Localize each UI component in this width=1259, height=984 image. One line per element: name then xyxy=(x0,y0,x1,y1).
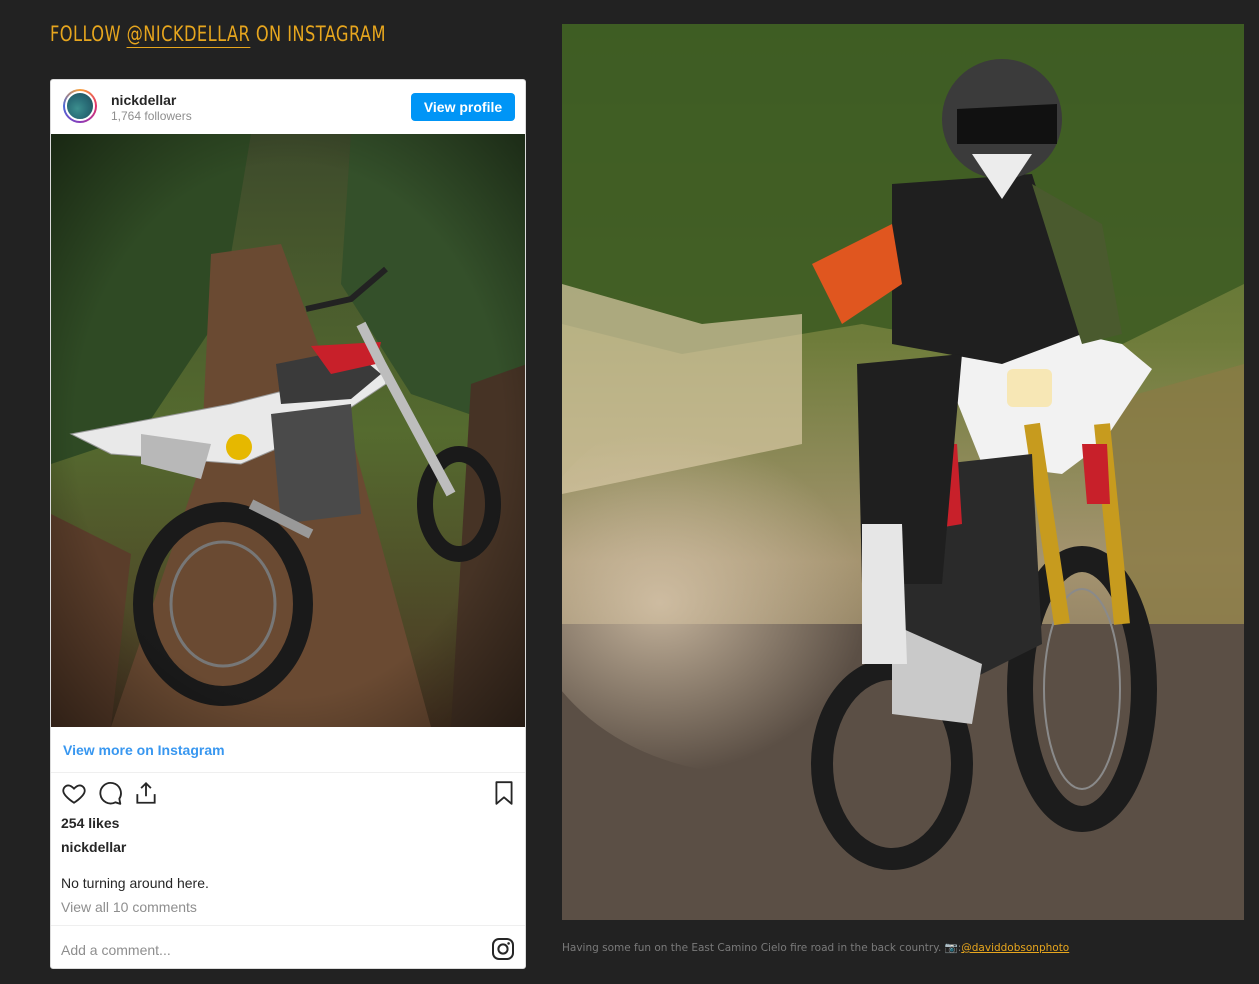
heart-icon[interactable] xyxy=(61,780,87,806)
instagram-logo-icon[interactable] xyxy=(491,937,515,961)
heading-prefix: FOLLOW xyxy=(50,22,127,46)
instagram-handle-link[interactable]: @NICKDELLAR xyxy=(126,22,251,48)
likes-count[interactable]: 254 likes xyxy=(61,815,119,831)
view-profile-button[interactable]: View profile xyxy=(411,93,515,121)
add-comment-input[interactable]: Add a comment... xyxy=(61,942,171,958)
comment-icon[interactable] xyxy=(97,780,123,806)
instagram-post-image[interactable] xyxy=(51,134,525,727)
post-owner[interactable]: nickdellar xyxy=(61,839,126,855)
avatar[interactable] xyxy=(63,89,97,123)
caption-text: Having some fun on the East Camino Cielo… xyxy=(562,942,962,954)
instagram-embed-card: nickdellar 1,764 followers View profile xyxy=(50,79,526,969)
post-caption: No turning around here. xyxy=(61,875,209,891)
rider-photo xyxy=(562,24,1244,920)
post-actions xyxy=(61,780,517,808)
divider xyxy=(51,772,525,773)
instagram-header: nickdellar 1,764 followers View profile xyxy=(51,80,525,135)
instagram-follow-heading: FOLLOW @NICKDELLAR ON INSTAGRAM xyxy=(50,22,386,48)
bookmark-icon[interactable] xyxy=(491,780,517,806)
view-comments-link[interactable]: View all 10 comments xyxy=(61,899,197,915)
divider xyxy=(51,925,525,926)
photo-caption: Having some fun on the East Camino Cielo… xyxy=(562,941,1069,954)
heading-suffix: ON INSTAGRAM xyxy=(250,22,386,46)
photographer-credit-link[interactable]: @daviddobsonphoto xyxy=(961,942,1069,954)
followers-count: 1,764 followers xyxy=(111,109,192,123)
share-icon[interactable] xyxy=(133,780,159,806)
view-more-link[interactable]: View more on Instagram xyxy=(63,742,225,758)
profile-username[interactable]: nickdellar xyxy=(111,92,176,108)
